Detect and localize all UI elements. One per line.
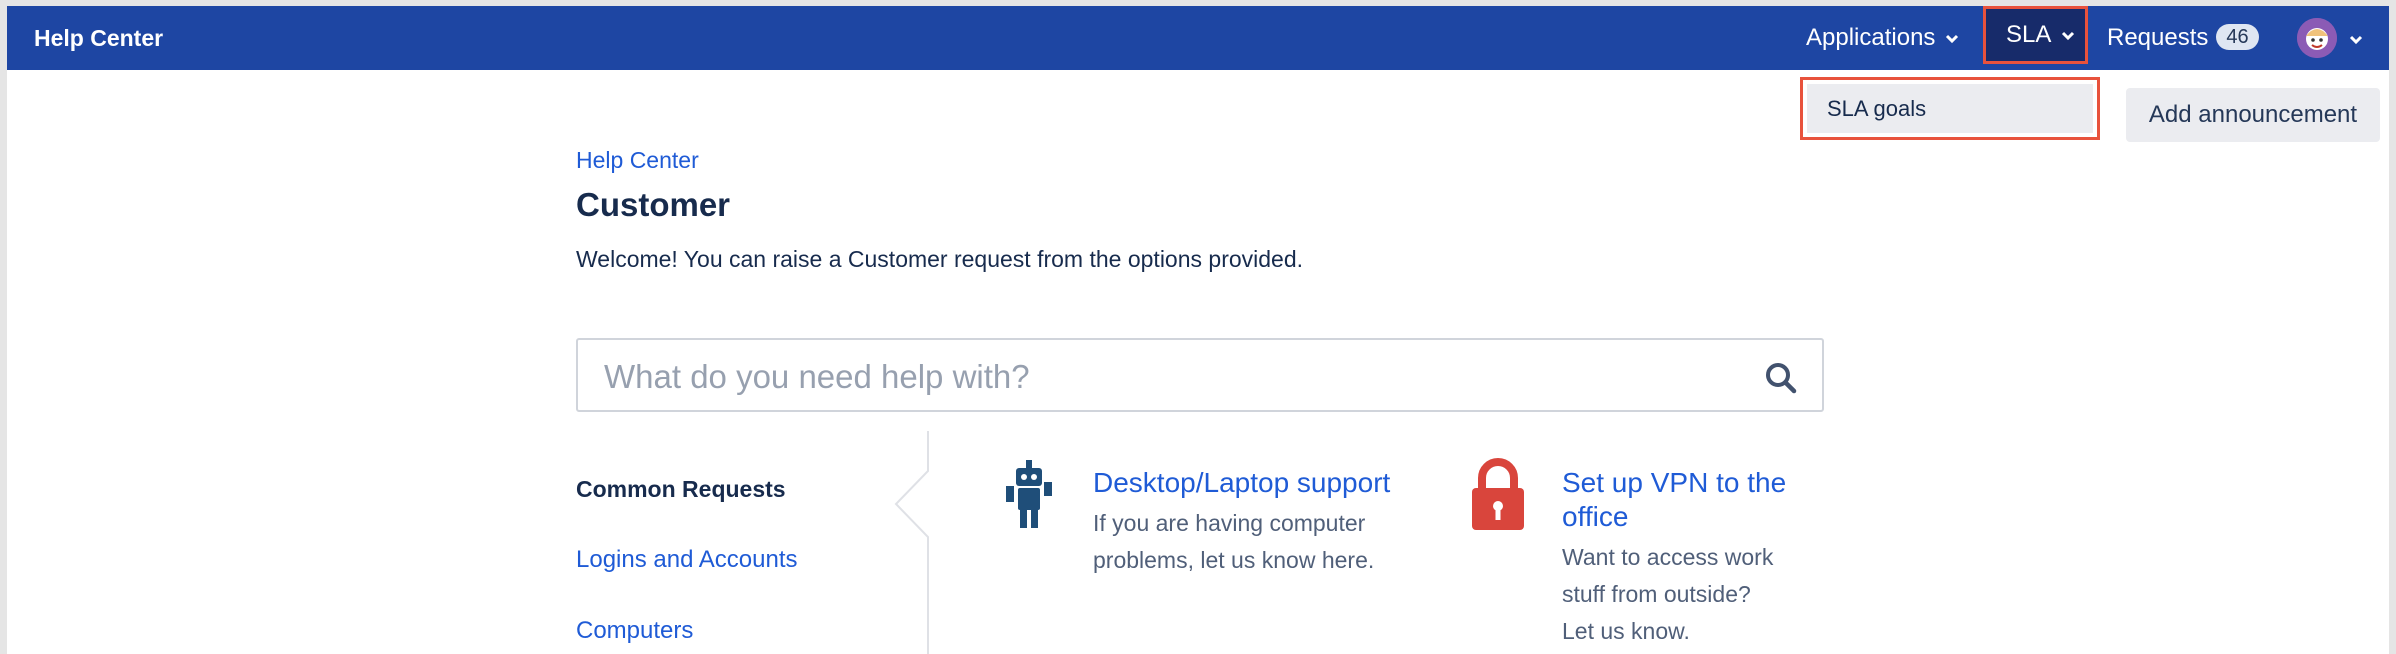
lock-icon [1470,458,1526,537]
robot-icon [1002,460,1056,535]
sidebar-link-computers[interactable]: Computers [576,617,693,645]
card-desc-line: Want to access work [1562,544,1774,570]
search-icon[interactable] [1764,361,1798,400]
card-title-set-up-vpn-line2[interactable]: office [1562,500,1628,534]
applications-label: Applications [1806,24,1936,51]
chevron-down-icon [2061,8,2075,60]
search-input[interactable] [602,352,1726,402]
card-desc-line: If you are having computer [1093,510,1366,536]
page-title: Customer [576,186,731,223]
add-announcement-button[interactable]: Add announcement [2126,88,2380,142]
sla-dropdown-menu: SLA goals [1800,77,2100,140]
chevron-down-icon [2349,32,2363,50]
applications-menu[interactable]: Applications [1806,6,1959,70]
card-desc-line: problems, let us know here. [1093,547,1375,573]
requests-count-badge: 46 [2216,23,2259,50]
card-title-desktop-laptop-support[interactable]: Desktop/Laptop support [1093,466,1390,500]
requests-label: Requests [2107,24,2209,51]
welcome-message: Welcome! You can raise a Customer reques… [576,246,1304,272]
card-title-set-up-vpn[interactable]: Set up VPN to the [1562,466,1786,500]
chevron-down-icon [1945,6,1959,69]
card-desc-line: stuff from outside? [1562,581,1751,607]
sla-label: SLA [2006,21,2052,48]
sidebar-divider [893,431,933,654]
help-center-logo-link[interactable]: Help Center [34,6,163,70]
avatar [2297,18,2337,58]
sla-menu[interactable]: SLA [1983,6,2088,64]
search-box [576,338,1824,412]
requests-link[interactable]: Requests 46 [2107,6,2259,70]
page: Help Center Applications SLA Requests 46 [7,6,2389,654]
card-desc-line: Let us know. [1562,618,1690,644]
breadcrumb[interactable]: Help Center [576,147,699,174]
sla-goals-menu-item[interactable]: SLA goals [1807,84,2093,133]
common-requests-heading: Common Requests [576,476,786,502]
sidebar-link-logins-and-accounts[interactable]: Logins and Accounts [576,546,798,574]
top-navigation-bar: Help Center Applications SLA Requests 46 [7,6,2389,70]
